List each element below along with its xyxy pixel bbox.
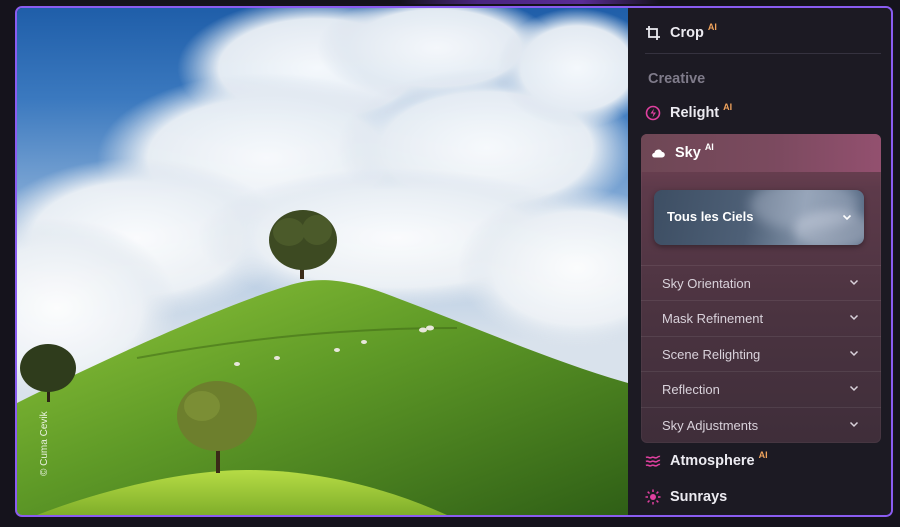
subsection-label: Sky Orientation xyxy=(662,275,751,291)
chevron-down-icon xyxy=(848,418,860,433)
sun-icon xyxy=(645,489,661,505)
subsection-label: Mask Refinement xyxy=(662,310,764,326)
chevron-down-icon xyxy=(848,311,860,326)
tool-crop[interactable]: Crop AI xyxy=(645,22,717,41)
crop-icon xyxy=(645,25,661,41)
top-glow xyxy=(400,0,660,4)
tool-sky-header[interactable]: Sky AI xyxy=(641,134,881,172)
chevron-down-icon xyxy=(848,382,860,397)
editor-frame: © Cuma Cevik Crop AI Creative Relight AI xyxy=(15,6,893,517)
tool-atmosphere-label: Atmosphere xyxy=(670,453,755,469)
chevron-down-icon xyxy=(848,347,860,362)
sky-preset-dropdown[interactable]: Tous les Ciels xyxy=(654,190,864,245)
preset-thumbnail-cloud xyxy=(794,210,864,245)
subsection-mask-refinement[interactable]: Mask Refinement xyxy=(641,300,881,335)
subsection-scene-relighting[interactable]: Scene Relighting xyxy=(641,336,881,371)
lightning-icon xyxy=(645,105,661,121)
tools-panel: Crop AI Creative Relight AI Sky AI Tous … xyxy=(628,8,891,515)
subsection-label: Sky Adjustments xyxy=(662,417,759,433)
sky-preset-label: Tous les Ciels xyxy=(667,209,754,224)
subsection-label: Reflection xyxy=(662,381,720,397)
ai-badge: AI xyxy=(723,102,733,112)
sky-panel: Sky AI Tous les Ciels Sky Orientation Ma… xyxy=(641,134,881,443)
tool-relight[interactable]: Relight AI xyxy=(645,102,733,121)
divider xyxy=(645,53,881,54)
waves-icon xyxy=(645,453,661,469)
photo-credit: © Cuma Cevik xyxy=(39,411,50,476)
chevron-down-icon xyxy=(848,276,860,291)
subsection-label: Scene Relighting xyxy=(662,346,761,362)
tool-relight-label: Relight xyxy=(670,105,720,121)
section-title-creative: Creative xyxy=(648,71,706,87)
cloud-icon xyxy=(650,145,666,161)
tool-sunrays-label: Sunrays xyxy=(670,489,728,505)
tool-crop-label: Crop xyxy=(670,25,704,41)
photo-canvas[interactable]: © Cuma Cevik xyxy=(17,8,628,515)
chevron-down-icon xyxy=(841,210,853,228)
subsection-sky-adjustments[interactable]: Sky Adjustments xyxy=(641,407,881,442)
subsection-sky-orientation[interactable]: Sky Orientation xyxy=(641,265,881,300)
ai-badge: AI xyxy=(707,22,717,32)
tool-sunrays[interactable]: Sunrays xyxy=(645,489,727,505)
tool-atmosphere[interactable]: Atmosphere AI xyxy=(645,450,768,469)
landscape-image xyxy=(17,8,628,515)
tool-sky-label: Sky xyxy=(675,145,701,161)
subsection-reflection[interactable]: Reflection xyxy=(641,371,881,406)
ai-badge: AI xyxy=(758,450,768,460)
ai-badge: AI xyxy=(704,142,714,152)
